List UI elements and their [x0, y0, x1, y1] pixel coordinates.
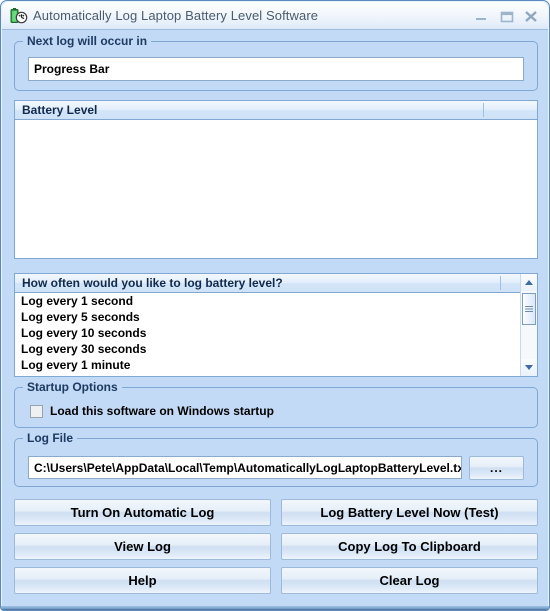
- startup-options-group-title: Startup Options: [23, 380, 122, 394]
- minimize-button[interactable]: [470, 7, 492, 25]
- vertical-scrollbar[interactable]: [520, 274, 537, 376]
- scrollbar-thumb[interactable]: [522, 293, 536, 325]
- clear-log-button[interactable]: Clear Log: [281, 567, 538, 594]
- battery-level-rows[interactable]: [15, 120, 537, 258]
- view-log-button[interactable]: View Log: [14, 533, 271, 560]
- log-interval-listview[interactable]: How often would you like to log battery …: [14, 273, 538, 377]
- title-bar[interactable]: Automatically Log Laptop Battery Level S…: [2, 2, 548, 30]
- scroll-up-icon[interactable]: [521, 274, 537, 291]
- log-interval-column-header-2[interactable]: [501, 274, 519, 292]
- battery-level-column-header[interactable]: Battery Level: [15, 101, 483, 119]
- load-on-startup-label[interactable]: Load this software on Windows startup: [50, 404, 274, 418]
- turn-on-automatic-log-button[interactable]: Turn On Automatic Log: [14, 499, 271, 526]
- log-interval-rows[interactable]: Log every 1 second Log every 5 seconds L…: [15, 293, 537, 376]
- progress-bar-field: Progress Bar: [28, 57, 524, 81]
- battery-level-column-header-2[interactable]: [484, 101, 537, 119]
- load-on-startup-checkbox[interactable]: Load this software on Windows startup: [30, 404, 274, 418]
- log-battery-level-now-button[interactable]: Log Battery Level Now (Test): [281, 499, 538, 526]
- battery-clock-icon: [10, 7, 28, 25]
- log-file-group-title: Log File: [23, 431, 77, 445]
- battery-level-listview[interactable]: Battery Level: [14, 100, 538, 259]
- next-log-group-title: Next log will occur in: [23, 34, 152, 48]
- browse-log-file-button[interactable]: ...: [469, 456, 524, 480]
- list-item[interactable]: Log every 1 second: [15, 293, 537, 309]
- list-item[interactable]: Log every 5 seconds: [15, 309, 537, 325]
- scroll-down-icon[interactable]: [521, 359, 537, 376]
- copy-log-to-clipboard-button[interactable]: Copy Log To Clipboard: [281, 533, 538, 560]
- list-item[interactable]: Log every 30 seconds: [15, 341, 537, 357]
- battery-level-header[interactable]: Battery Level: [15, 101, 537, 120]
- log-interval-column-header[interactable]: How often would you like to log battery …: [15, 274, 500, 292]
- window-title: Automatically Log Laptop Battery Level S…: [33, 8, 319, 23]
- list-item[interactable]: Log every 10 seconds: [15, 325, 537, 341]
- log-interval-header[interactable]: How often would you like to log battery …: [15, 274, 537, 293]
- checkbox-box[interactable]: [30, 404, 43, 418]
- help-button[interactable]: Help: [14, 567, 271, 594]
- close-button[interactable]: [520, 7, 542, 25]
- list-item[interactable]: Log every 1 minute: [15, 357, 537, 373]
- log-file-path-input[interactable]: C:\Users\Pete\AppData\Local\Temp\Automat…: [28, 456, 462, 479]
- maximize-button[interactable]: [496, 7, 518, 25]
- application-window: Automatically Log Laptop Battery Level S…: [0, 0, 550, 611]
